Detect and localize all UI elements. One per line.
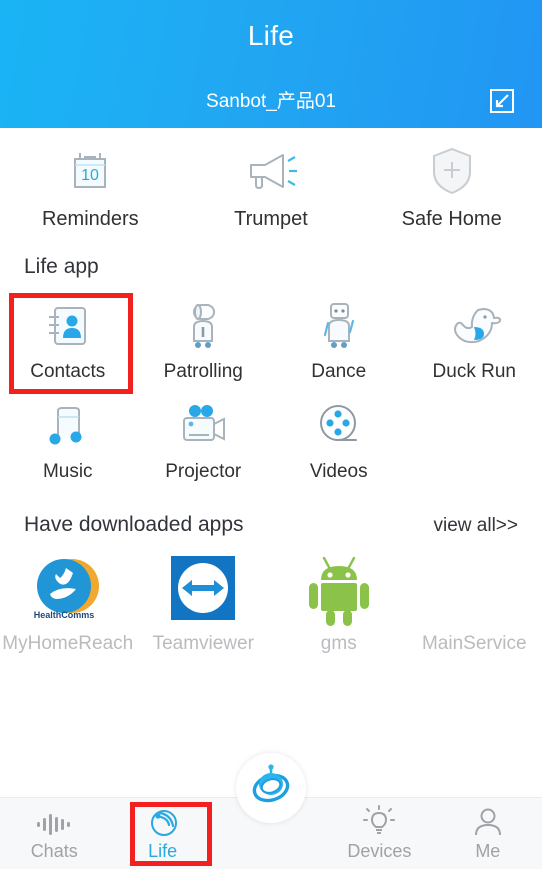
nav-item-life[interactable]: Life	[108, 798, 216, 869]
lightbulb-icon	[362, 805, 396, 837]
app-item-dance[interactable]: Dance	[271, 289, 407, 389]
duck-icon	[445, 297, 503, 355]
app-item-projector[interactable]: Projector	[136, 389, 272, 489]
app-item-duck-run[interactable]: Duck Run	[407, 289, 542, 389]
quick-action-safe-home[interactable]: Safe Home	[361, 142, 542, 231]
life-radar-icon	[147, 805, 179, 837]
contacts-book-icon	[41, 297, 95, 355]
app-item-empty	[407, 389, 542, 489]
life-app-grid: Contacts Patrolling Dance Duck Run Music…	[0, 285, 542, 489]
downloaded-app-gms[interactable]: gms	[271, 547, 407, 655]
waveform-icon	[34, 805, 74, 837]
svg-text:HealthComms: HealthComms	[33, 610, 94, 620]
app-item-label: Projector	[165, 461, 242, 482]
app-item-patrolling[interactable]: Patrolling	[136, 289, 272, 389]
nav-item-label: Chats	[30, 841, 78, 861]
nav-item-me[interactable]: Me	[434, 798, 542, 869]
quick-action-trumpet[interactable]: Trumpet	[181, 142, 362, 231]
downloaded-app-label: Teamviewer	[152, 633, 254, 654]
app-item-label: Duck Run	[432, 361, 516, 382]
svg-text:10: 10	[81, 167, 99, 184]
nav-item-devices[interactable]: Devices	[325, 798, 433, 869]
shield-plus-icon	[426, 142, 478, 200]
film-reel-icon	[312, 397, 366, 455]
app-item-videos[interactable]: Videos	[271, 389, 407, 489]
view-all-link[interactable]: view all>>	[434, 515, 519, 537]
patrol-robot-icon	[176, 297, 230, 355]
downloaded-app-label: gms	[320, 633, 357, 654]
nav-item-label: Devices	[347, 841, 412, 861]
app-item-music[interactable]: Music	[0, 389, 136, 489]
downloaded-app-label: MainService	[421, 633, 527, 654]
dance-robot-icon	[312, 297, 366, 355]
quick-action-label: Reminders	[41, 208, 139, 230]
downloaded-app-label: MyHomeReach	[2, 633, 134, 654]
megaphone-icon	[243, 142, 299, 200]
person-icon	[472, 805, 504, 837]
app-screen: Life Sanbot_产品01 10 Reminders Trumpet Sa…	[0, 0, 542, 869]
quick-action-reminders[interactable]: 10 Reminders	[0, 142, 181, 231]
app-item-label: Music	[42, 461, 93, 482]
app-item-label: Dance	[311, 361, 367, 382]
teamviewer-logo-icon	[166, 547, 240, 629]
quick-actions-row: 10 Reminders Trumpet Safe Home	[0, 128, 542, 237]
page-title: Life	[247, 20, 295, 51]
app-item-label: Videos	[309, 461, 368, 482]
sanbot-robot-icon	[245, 760, 297, 817]
life-app-heading: Life app	[24, 255, 99, 278]
downloaded-apps-grid: HealthComms MyHomeReach Teamviewer gms M…	[0, 541, 542, 655]
nav-item-label: Life	[148, 841, 178, 861]
music-note-icon	[41, 397, 95, 455]
downloaded-apps-header: Have downloaded apps view all>>	[0, 489, 542, 541]
nav-item-label: Me	[475, 841, 501, 861]
healthcomms-logo-icon: HealthComms	[30, 547, 106, 629]
calendar-icon: 10	[64, 142, 116, 200]
downloaded-app-teamviewer[interactable]: Teamviewer	[136, 547, 272, 655]
quick-action-label: Safe Home	[401, 208, 502, 230]
collapse-arrow-icon[interactable]	[489, 88, 515, 114]
device-name-label: Sanbot_产品01	[206, 91, 336, 112]
app-item-label: Contacts	[30, 361, 106, 382]
downloaded-apps-heading: Have downloaded apps	[24, 513, 244, 536]
app-header: Life Sanbot_产品01	[0, 0, 542, 128]
app-item-contacts[interactable]: Contacts	[0, 289, 136, 394]
downloaded-app-mainservice[interactable]: MainService	[407, 547, 542, 655]
nav-item-chats[interactable]: Chats	[0, 798, 108, 869]
sanbot-robot-button[interactable]	[236, 753, 306, 823]
downloaded-app-myhomereach[interactable]: HealthComms MyHomeReach	[0, 547, 136, 655]
movie-camera-icon	[174, 397, 232, 455]
quick-action-label: Trumpet	[234, 208, 308, 230]
android-robot-icon	[302, 547, 376, 629]
app-item-label: Patrolling	[163, 361, 243, 382]
